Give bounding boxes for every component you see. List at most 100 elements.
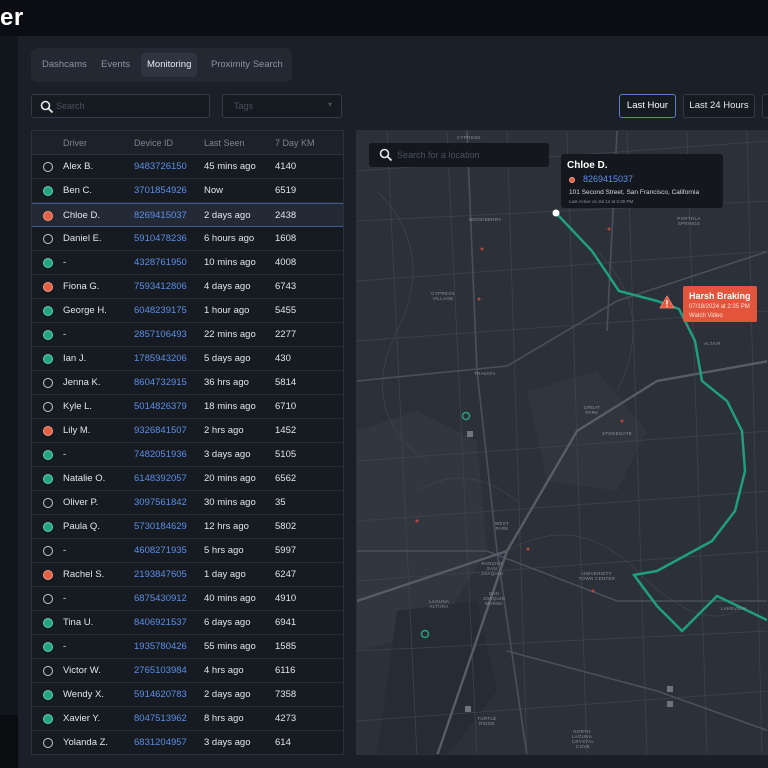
last-seen: 55 mins ago: [204, 641, 256, 652]
table-row[interactable]: Ian J. 1785943206 5 days ago 430: [32, 347, 343, 371]
seven-day-km: 4910: [275, 593, 297, 604]
device-id-link[interactable]: 2857106493: [134, 329, 187, 340]
last-seen: 22 mins ago: [204, 329, 256, 340]
device-id-link[interactable]: 4608271935: [134, 545, 187, 556]
table-row[interactable]: Xavier Y. 8047513962 8 hrs ago 4273: [32, 707, 343, 731]
map-canvas: [357, 131, 767, 754]
driver-name: Chloe D.: [63, 210, 100, 221]
popup-device-link[interactable]: 8269415037: [583, 174, 633, 184]
driver-name: -: [63, 641, 67, 652]
status-dot: [43, 570, 53, 580]
device-id-link[interactable]: 7482051936: [134, 449, 187, 460]
brand-logo: er: [0, 4, 24, 31]
device-id-link[interactable]: 7593412806: [134, 281, 187, 292]
table-row[interactable]: Paula Q. 5730184629 12 hrs ago 5802: [32, 515, 343, 539]
seven-day-km: 35: [275, 497, 286, 508]
map-label-cypress-village: CYPRESS VILLAGE: [431, 291, 455, 301]
device-id-link[interactable]: 8269415037: [134, 210, 187, 221]
column-device-id[interactable]: Device ID: [134, 138, 173, 148]
table-row[interactable]: - 7482051936 3 days ago 5105: [32, 443, 343, 467]
table-row[interactable]: Victor W. 2765103984 4 hrs ago 6116: [32, 659, 343, 683]
table-row[interactable]: - 4608271935 5 hrs ago 5997: [32, 539, 343, 563]
driver-name: Alex B.: [63, 161, 94, 172]
device-id-link[interactable]: 8604732915: [134, 377, 187, 388]
search-icon: [40, 100, 54, 114]
column-last-seen[interactable]: Last Seen: [204, 138, 245, 148]
table-row[interactable]: Jenna K. 8604732915 36 hrs ago 5814: [32, 371, 343, 395]
tab-proximity-search[interactable]: Proximity Search: [205, 53, 289, 77]
table-row[interactable]: Alex B. 9483726150 45 mins ago 4140: [32, 155, 343, 179]
table-row[interactable]: - 1935780426 55 mins ago 1585: [32, 635, 343, 659]
seven-day-km: 7358: [275, 689, 297, 700]
device-id-link[interactable]: 2193847605: [134, 569, 187, 580]
table-row[interactable]: Ben C. 3701854926 Now 6519: [32, 179, 343, 203]
popup-address: 101 Second Street, San Francisco, Califo…: [569, 189, 700, 196]
table-row[interactable]: - 6875430912 40 mins ago 4910: [32, 587, 343, 611]
driver-name: Victor W.: [63, 665, 101, 676]
table-row[interactable]: Oliver P. 3097561842 30 mins ago 35: [32, 491, 343, 515]
driver-name: Ben C.: [63, 185, 93, 196]
driver-name: Ian J.: [63, 353, 87, 364]
device-id-link[interactable]: 3097561842: [134, 497, 187, 508]
tab-dashcams[interactable]: Dashcams: [36, 53, 93, 77]
driver-search[interactable]: [31, 94, 210, 118]
tab-monitoring[interactable]: Monitoring: [141, 53, 198, 77]
table-row[interactable]: Rachel S. 2193847605 1 day ago 6247: [32, 563, 343, 587]
table-row[interactable]: Wendy X. 5914620783 2 days ago 7358: [32, 683, 343, 707]
device-id-link[interactable]: 9483726150: [134, 161, 187, 172]
device-id-link[interactable]: 8047513962: [134, 713, 187, 724]
device-id-link[interactable]: 5910478236: [134, 233, 187, 244]
device-id-link[interactable]: 2765103984: [134, 665, 187, 676]
table-row[interactable]: - 2857106493 22 mins ago 2277: [32, 323, 343, 347]
device-id-link[interactable]: 6048239175: [134, 305, 187, 316]
table-row[interactable]: Lily M. 9326841507 2 hrs ago 1452: [32, 419, 343, 443]
map-location-search[interactable]: [369, 143, 549, 167]
location-search-input[interactable]: [397, 147, 542, 163]
status-dot: [43, 282, 53, 292]
device-id-link[interactable]: 1935780426: [134, 641, 187, 652]
harsh-braking-alert[interactable]: Harsh Braking 07/18/2024 at 2:35 PM Watc…: [683, 286, 757, 322]
device-id-link[interactable]: 5014826379: [134, 401, 187, 412]
tab-events[interactable]: Events: [95, 53, 136, 77]
watch-video-link[interactable]: Watch Video: [689, 313, 751, 319]
map-label-turtle-ridge: TURTLE RIDGE: [477, 716, 497, 726]
last-24-hours-button[interactable]: Last 24 Hours: [683, 94, 755, 118]
table-row[interactable]: Natalie O. 6148392057 20 mins ago 6562: [32, 467, 343, 491]
last-seen: Now: [204, 185, 224, 196]
device-id-link[interactable]: 3701854926: [134, 185, 187, 196]
table-row[interactable]: Daniel E. 5910478236 6 hours ago 1608: [32, 227, 343, 251]
column-driver[interactable]: Driver: [63, 138, 87, 148]
table-row[interactable]: Fiona G. 7593412806 4 days ago 6743: [32, 275, 343, 299]
device-id-link[interactable]: 6831204957: [134, 737, 187, 748]
column-7-day-km[interactable]: 7 Day KM: [275, 138, 315, 148]
map-view[interactable]: CYPRESS WOODBERRY PORTOLA SPRINGS CYPRES…: [356, 130, 768, 755]
table-row[interactable]: - 4328761950 10 mins ago 4008: [32, 251, 343, 275]
seven-day-km: 5105: [275, 449, 297, 460]
device-id-link[interactable]: 4328761950: [134, 257, 187, 268]
status-dot: [43, 690, 53, 700]
last-hour-button[interactable]: Last Hour: [619, 94, 676, 118]
table-row[interactable]: Kyle L. 5014826379 18 mins ago 6710: [32, 395, 343, 419]
tags-placeholder: Tags: [234, 101, 254, 111]
device-id-link[interactable]: 5914620783: [134, 689, 187, 700]
search-input[interactable]: [56, 98, 196, 114]
table-row[interactable]: Tina U. 8406921537 6 days ago 6941: [32, 611, 343, 635]
table-row[interactable]: Chloe D. 8269415037 2 days ago 2438: [32, 203, 343, 227]
warning-icon[interactable]: [659, 295, 675, 309]
device-id-link[interactable]: 6875430912: [134, 593, 187, 604]
last-seen: 2 days ago: [204, 689, 251, 700]
table-row[interactable]: George H. 6048239175 1 hour ago 5455: [32, 299, 343, 323]
tags-select[interactable]: Tags ▾: [222, 94, 342, 118]
time-range-more-button[interactable]: [762, 94, 768, 118]
device-id-link[interactable]: 9326841507: [134, 425, 187, 436]
device-id-link[interactable]: 6148392057: [134, 473, 187, 484]
device-id-link[interactable]: 8406921537: [134, 617, 187, 628]
device-id-link[interactable]: 5730184629: [134, 521, 187, 532]
driver-table: Driver Device ID Last Seen 7 Day KM Alex…: [31, 130, 344, 755]
table-row[interactable]: Yolanda Z. 6831204957 3 days ago 614: [32, 731, 343, 754]
driver-name: Tina U.: [63, 617, 94, 628]
last-seen: 4 hrs ago: [204, 665, 244, 676]
status-dot: [43, 666, 53, 676]
device-id-link[interactable]: 1785943206: [134, 353, 187, 364]
map-label-stonegate: STONEGATE: [602, 431, 633, 436]
